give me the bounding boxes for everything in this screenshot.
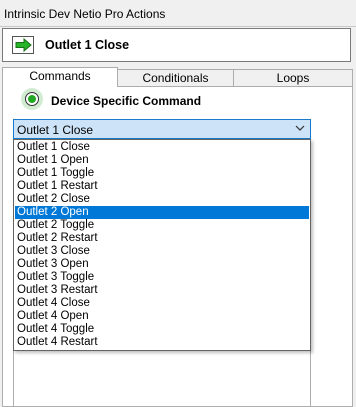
dropdown-option[interactable]: Outlet 3 Toggle [15, 271, 309, 284]
action-header: Outlet 1 Close [2, 28, 351, 62]
dropdown-option-highlighted[interactable]: Outlet 2 Open [15, 206, 309, 219]
dropdown-option[interactable]: Outlet 4 Open [15, 310, 309, 323]
tab-conditionals[interactable]: Conditionals [117, 69, 234, 86]
dropdown-option[interactable]: Outlet 2 Close [15, 193, 309, 206]
dropdown-option[interactable]: Outlet 3 Close [15, 245, 309, 258]
dropdown-option[interactable]: Outlet 2 Restart [15, 232, 309, 245]
command-dropdown-list: Outlet 1 Close Outlet 1 Open Outlet 1 To… [13, 139, 311, 351]
chevron-down-icon[interactable] [295, 124, 305, 132]
window-titlebar: Intrinsic Dev Netio Pro Actions [0, 0, 356, 27]
command-select[interactable]: Outlet 1 Close [13, 119, 311, 139]
dropdown-option[interactable]: Outlet 4 Restart [15, 336, 309, 349]
tab-loops[interactable]: Loops [233, 69, 353, 86]
dropdown-option[interactable]: Outlet 1 Toggle [15, 167, 309, 180]
dropdown-option[interactable]: Outlet 1 Open [15, 154, 309, 167]
device-specific-command-label: Device Specific Command [51, 94, 202, 108]
dropdown-option[interactable]: Outlet 4 Toggle [15, 323, 309, 336]
tab-commands[interactable]: Commands [2, 67, 118, 87]
window-title: Intrinsic Dev Netio Pro Actions [4, 7, 166, 21]
radio-selected-dot [28, 95, 36, 103]
tab-commands-label: Commands [29, 69, 91, 83]
dropdown-option[interactable]: Outlet 4 Close [15, 297, 309, 310]
action-title: Outlet 1 Close [45, 38, 130, 52]
green-right-arrow-icon [12, 36, 34, 54]
dropdown-option[interactable]: Outlet 1 Close [15, 141, 309, 154]
tab-strip: Commands Conditionals Loops [0, 67, 356, 87]
command-select-value: Outlet 1 Close [17, 123, 94, 137]
dropdown-option[interactable]: Outlet 2 Toggle [15, 219, 309, 232]
tab-loops-label: Loops [276, 71, 310, 85]
device-specific-command-radio[interactable] [25, 92, 39, 106]
dropdown-option[interactable]: Outlet 3 Open [15, 258, 309, 271]
dropdown-option[interactable]: Outlet 1 Restart [15, 180, 309, 193]
dropdown-option[interactable]: Outlet 3 Restart [15, 284, 309, 297]
tab-conditionals-label: Conditionals [142, 71, 209, 85]
